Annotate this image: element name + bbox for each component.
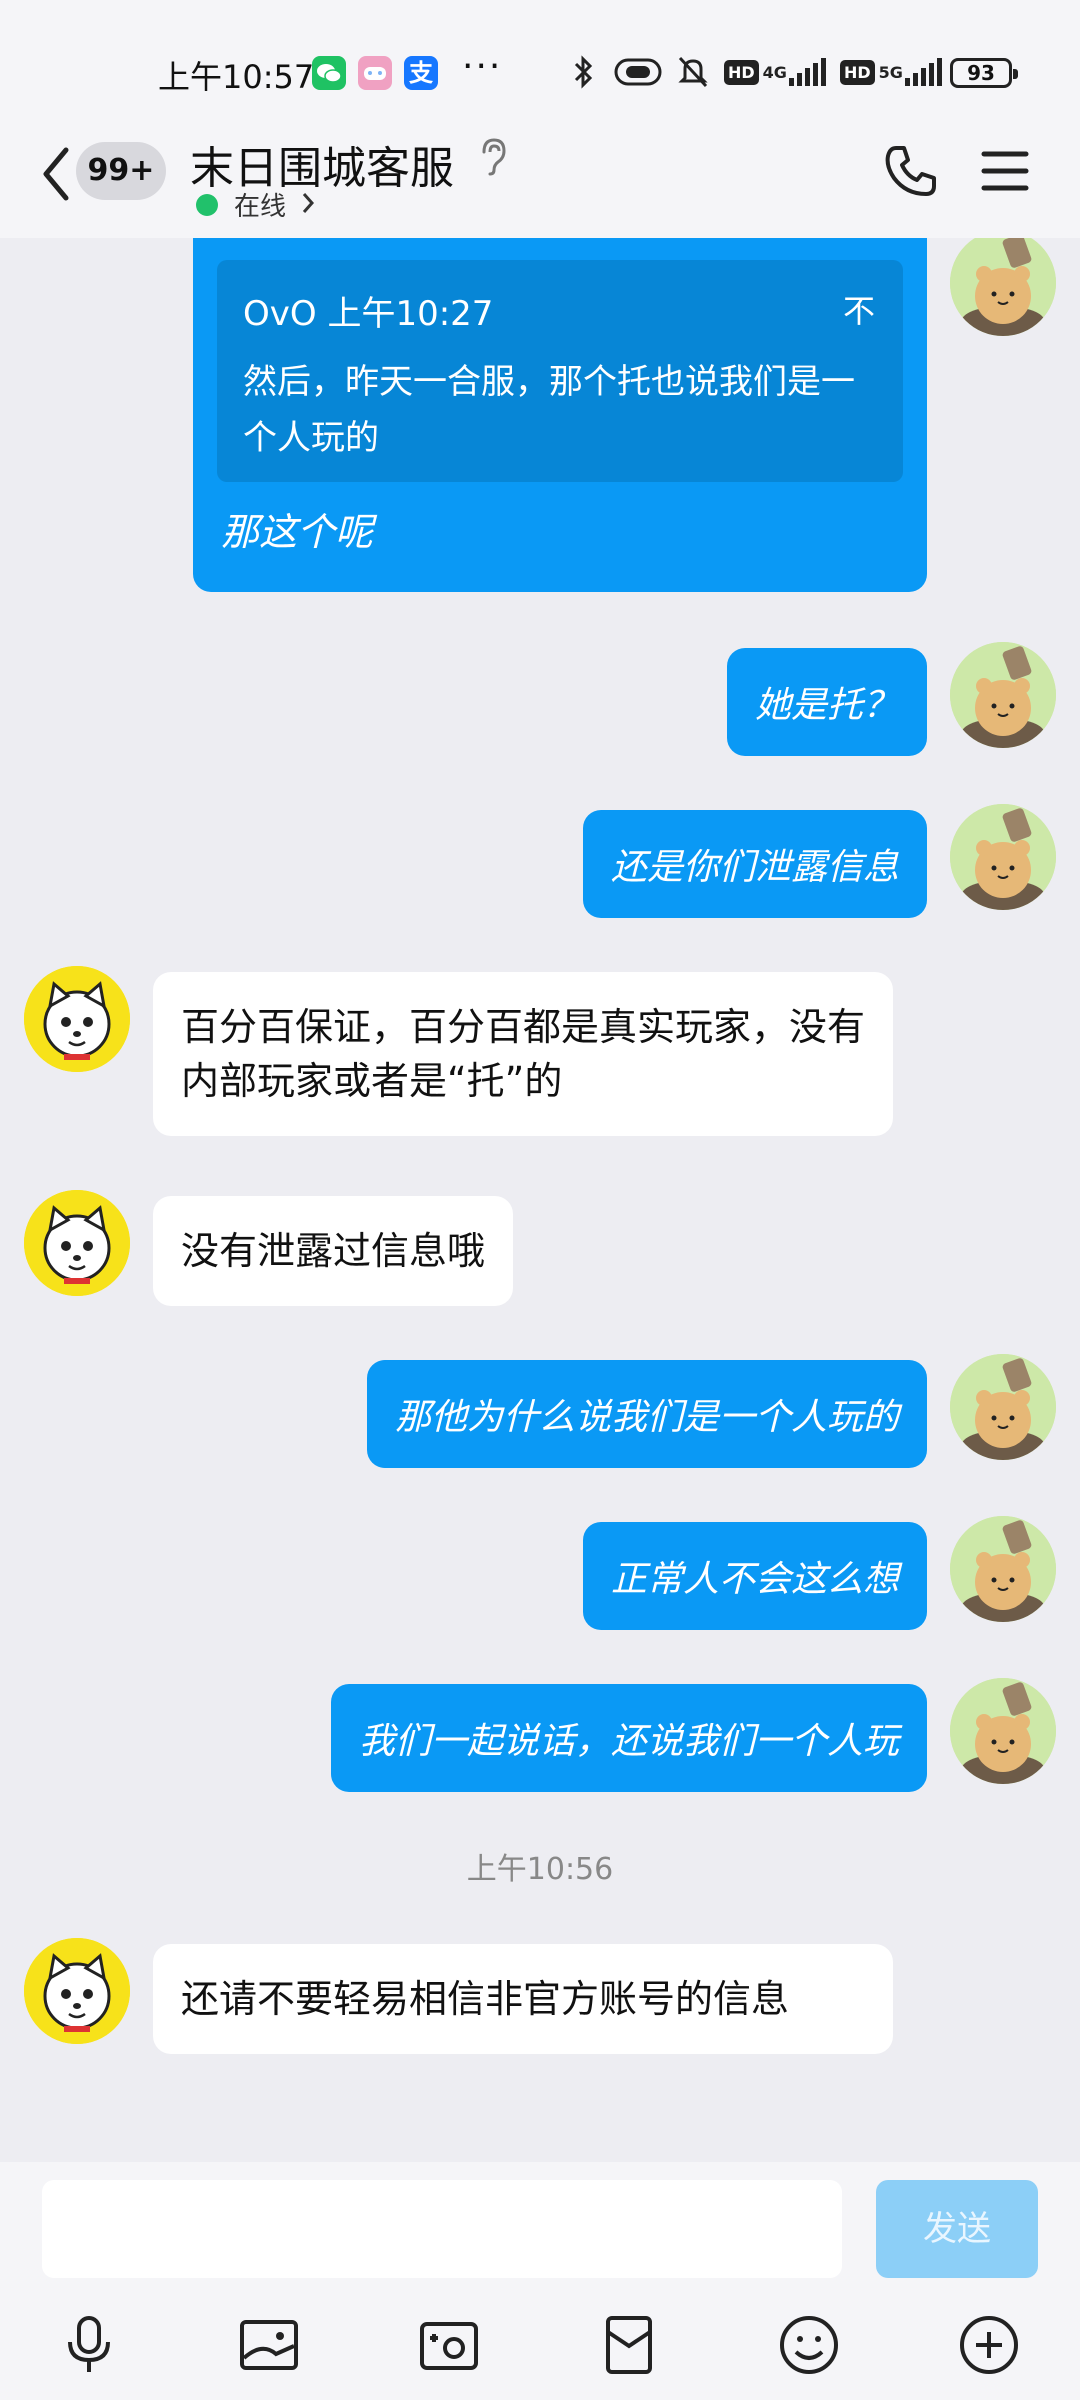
vibrate-icon [614,58,662,86]
status-time: 上午10:57 [158,58,315,96]
chat-header: 99+ 末日围城客服 在线 [0,120,1080,238]
quoted-author-time: OvO 上午10:27 [243,294,494,334]
message-bubble-outgoing[interactable]: 那他为什么说我们是一个人玩的 [366,1360,927,1468]
service-avatar[interactable] [24,966,130,1072]
quoted-message-card[interactable]: OvO 上午10:27 不 然后，昨天一合服，那个托也说我们是一个人玩的 [217,260,903,482]
quoted-text: 然后，昨天一合服，那个托也说我们是一个人玩的 [243,362,855,458]
menu-icon[interactable] [980,148,1030,194]
network-5g: 5G [878,62,903,82]
my-avatar[interactable] [950,1354,1056,1460]
message-bubble-incoming[interactable]: 百分百保证，百分百都是真实玩家，没有内部玩家或者是“托”的 [153,972,893,1136]
game-icon [358,56,392,90]
service-avatar[interactable] [24,1938,130,2044]
wechat-icon [312,56,346,90]
message-bubble-incoming[interactable]: 没有泄露过信息哦 [153,1196,514,1306]
camera-icon[interactable] [416,2312,482,2378]
message-bubble-outgoing[interactable]: 还是你们泄露信息 [582,810,927,918]
battery-indicator: 93 [950,58,1018,88]
image-icon[interactable] [236,2312,302,2378]
my-avatar[interactable] [950,642,1056,748]
message-input[interactable] [42,2180,842,2278]
online-status-dot [196,194,218,216]
hd-badge: HD [724,59,759,85]
chat-messages[interactable]: OvO 上午10:27 不 然后，昨天一合服，那个托也说我们是一个人玩的 那这个… [0,238,1080,2162]
chevron-right-icon[interactable] [300,190,316,216]
send-button[interactable]: 发送 [876,2180,1038,2278]
hd-badge-2: HD [839,59,875,85]
my-avatar[interactable] [950,238,1056,336]
signal-icon [788,58,826,86]
status-bar: 上午10:57 支 ··· HD 4G HD 5G 93 [0,0,1080,140]
input-bar: 发送 [0,2162,1080,2400]
phone-call-icon[interactable] [882,142,940,200]
my-avatar[interactable] [950,1516,1056,1622]
mute-bell-icon [678,56,708,88]
message-bubble-incoming[interactable]: 还请不要轻易相信非官方账号的信息 [153,1944,893,2054]
red-packet-icon[interactable] [596,2312,662,2378]
back-arrow-icon[interactable] [36,144,76,204]
plus-icon[interactable] [956,2312,1022,2378]
message-bubble-outgoing[interactable]: 我们一起说话，还说我们一个人玩 [330,1684,927,1792]
microphone-icon[interactable] [56,2312,122,2378]
chat-title[interactable]: 末日围城客服 [190,132,454,196]
signal-icon-2 [904,58,942,86]
emoji-icon[interactable] [776,2312,842,2378]
bluetooth-icon [574,55,593,89]
my-avatar[interactable] [950,804,1056,910]
quoted-flag: 不 [842,292,875,330]
network-4g: 4G [762,62,787,82]
status-icons: HD 4G HD 5G [568,54,942,90]
more-notifications: ··· [462,46,503,87]
message-bubble-outgoing[interactable]: 正常人不会这么想 [582,1522,927,1630]
ear-icon[interactable] [478,136,508,178]
my-avatar[interactable] [950,1678,1056,1784]
service-avatar[interactable] [24,1190,130,1296]
message-timestamp: 上午10:56 [466,1852,614,1887]
online-status-text[interactable]: 在线 [234,186,286,223]
unread-count-badge[interactable]: 99+ [76,142,166,200]
reply-text: 那这个呢 [221,510,374,554]
quote-reply-bubble[interactable]: OvO 上午10:27 不 然后，昨天一合服，那个托也说我们是一个人玩的 那这个… [193,238,927,592]
message-bubble-outgoing[interactable]: 她是托？ [726,648,927,756]
alipay-icon: 支 [404,56,438,90]
